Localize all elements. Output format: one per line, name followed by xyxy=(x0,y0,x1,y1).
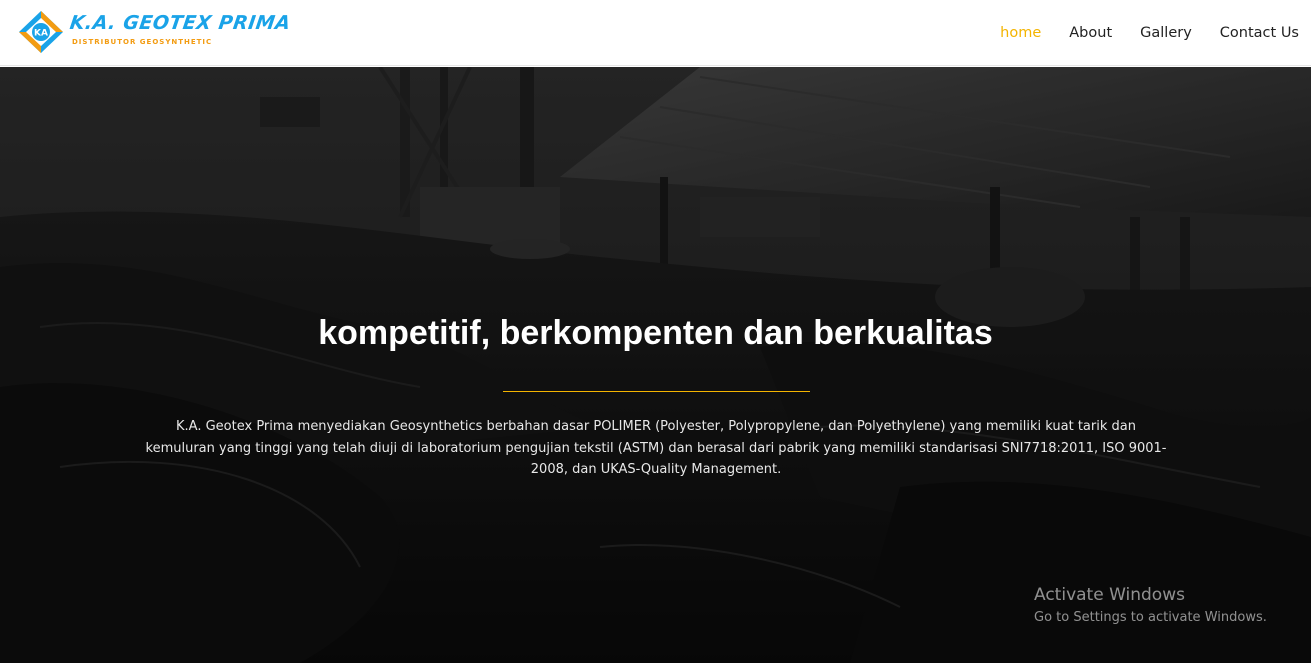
nav-gallery[interactable]: Gallery xyxy=(1140,25,1192,41)
hero-description: K.A. Geotex Prima menyediakan Geosynthet… xyxy=(145,419,1167,477)
logo-mark-text: KA xyxy=(34,29,48,39)
main-nav: home About Gallery Contact Us xyxy=(972,0,1299,66)
logo-diamond-icon: KA xyxy=(19,11,63,53)
hero-divider xyxy=(503,391,810,392)
brand-title: K.A. GEOTEX PRIMA xyxy=(68,12,293,34)
top-navbar: KA K.A. GEOTEX PRIMA DISTRIBUTOR GEOSYNT… xyxy=(0,0,1311,66)
nav-about[interactable]: About xyxy=(1069,25,1112,41)
hero-title: kompetitif, berkompenten dan berkualitas xyxy=(318,314,993,352)
activate-windows-subtitle: Go to Settings to activate Windows. xyxy=(1034,610,1267,625)
hero-banner: kompetitif, berkompenten dan berkualitas… xyxy=(0,67,1311,663)
nav-contact-us[interactable]: Contact Us xyxy=(1220,25,1299,41)
nav-home[interactable]: home xyxy=(1000,25,1041,41)
hero-dark-overlay xyxy=(0,67,1311,663)
brand-logo[interactable]: KA K.A. GEOTEX PRIMA DISTRIBUTOR GEOSYNT… xyxy=(18,10,292,54)
activate-windows-title: Activate Windows xyxy=(1034,585,1185,605)
brand-subtitle: DISTRIBUTOR GEOSYNTHETIC xyxy=(72,38,213,46)
